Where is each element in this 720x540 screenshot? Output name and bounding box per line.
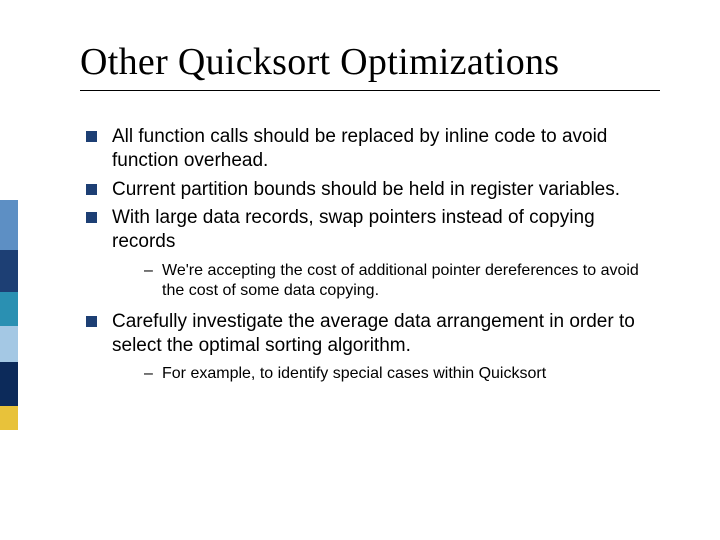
sub-item: We're accepting the cost of additional p… (144, 261, 660, 302)
decor-stripe (0, 292, 18, 326)
bullet-list: All function calls should be replaced by… (80, 125, 660, 385)
sub-list: For example, to identify special cases w… (144, 364, 660, 384)
bullet-text: Current partition bounds should be held … (112, 179, 620, 200)
slide-title: Other Quicksort Optimizations (80, 40, 660, 91)
decor-stripe (0, 406, 18, 430)
slide-content: Other Quicksort Optimizations All functi… (80, 40, 660, 393)
decor-stripe (0, 200, 18, 250)
sub-text: We're accepting the cost of additional p… (162, 262, 639, 299)
bullet-item: All function calls should be replaced by… (86, 125, 660, 174)
bullet-text: With large data records, swap pointers i… (112, 207, 595, 252)
bullet-item: Carefully investigate the average data a… (86, 310, 660, 385)
sub-list: We're accepting the cost of additional p… (144, 261, 660, 302)
bullet-text: All function calls should be replaced by… (112, 126, 607, 171)
sub-item: For example, to identify special cases w… (144, 364, 660, 384)
sub-text: For example, to identify special cases w… (162, 365, 546, 382)
bullet-item: Current partition bounds should be held … (86, 178, 660, 202)
decor-stripe (0, 362, 18, 406)
bullet-item: With large data records, swap pointers i… (86, 206, 660, 302)
bullet-text: Carefully investigate the average data a… (112, 311, 635, 356)
decor-stripe (0, 250, 18, 292)
decor-stripe (0, 326, 18, 362)
